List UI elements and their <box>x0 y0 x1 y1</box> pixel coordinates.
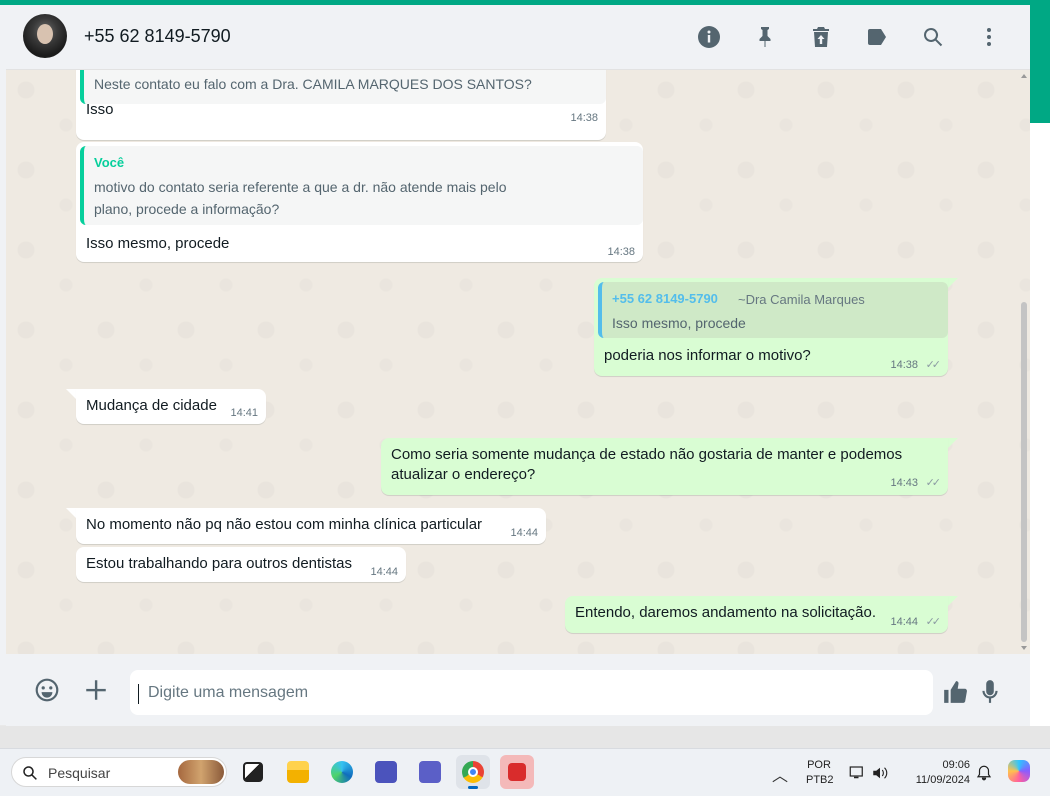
message-time: 14:38 <box>890 359 918 371</box>
language-code: POR <box>807 759 831 771</box>
message-incoming[interactable]: Neste contato eu falo com a Dra. CAMILA … <box>76 70 606 140</box>
thumbs-up-icon[interactable] <box>939 676 971 708</box>
quoted-author-alias: ~Dra Camila Marques <box>738 292 865 307</box>
message-incoming[interactable]: Estou trabalhando para outros dentistas … <box>76 547 406 582</box>
window-right-edge <box>1030 5 1050 748</box>
message-text: poderia nos informar o motivo? <box>604 347 811 364</box>
task-view-icon[interactable] <box>236 755 270 789</box>
pin-icon[interactable] <box>748 21 782 53</box>
teams-icon[interactable] <box>413 755 447 789</box>
message-time: 14:38 <box>607 246 635 258</box>
quoted-text: Neste contato eu falo com a Dra. CAMILA … <box>94 76 532 92</box>
snipping-tool-icon[interactable] <box>500 755 534 789</box>
info-icon[interactable] <box>692 21 726 53</box>
double-check-icon: ✓✓ <box>925 359 942 371</box>
message-time: 14:44 <box>510 527 538 539</box>
microphone-icon[interactable] <box>974 676 1006 708</box>
search-icon[interactable] <box>916 21 950 53</box>
message-text: Isso mesmo, procede <box>86 235 230 252</box>
bubble-tail <box>66 389 76 399</box>
search-highlight-image[interactable] <box>178 760 224 784</box>
contact-avatar[interactable] <box>23 14 67 58</box>
quoted-text-line: motivo do contato seria referente a que … <box>94 179 507 195</box>
quoted-text-line: plano, procede a informação? <box>94 201 280 217</box>
message-input[interactable] <box>130 670 933 715</box>
edge-browser-icon[interactable] <box>325 755 359 789</box>
message-time: 14:38 <box>570 112 598 124</box>
show-hidden-icons-chevron-icon[interactable]: ︿ <box>772 762 788 786</box>
message-time: 14:43 <box>890 477 918 489</box>
menu-dots-icon[interactable] <box>972 21 1006 53</box>
message-incoming[interactable]: Mudança de cidade 14:41 <box>76 389 266 424</box>
chat-scrollbar[interactable] <box>1021 72 1027 652</box>
contact-name[interactable]: +55 62 8149-5790 <box>84 26 231 47</box>
taskbar-search-label: Pesquisar <box>48 765 111 781</box>
quoted-author: Você <box>94 155 125 170</box>
message-text: Entendo, daremos andamento na solicitaçã… <box>575 604 877 621</box>
desktop-gap <box>0 726 1050 748</box>
teams-classic-icon[interactable] <box>369 755 403 789</box>
quoted-message[interactable]: Neste contato eu falo com a Dra. CAMILA … <box>80 70 606 104</box>
message-time: 14:41 <box>230 407 258 419</box>
chat-header: +55 62 8149-5790 <box>6 5 1030 70</box>
message-text: Isso <box>86 101 114 118</box>
language-indicator[interactable]: POR PTB2 <box>806 759 834 786</box>
clock-date: 11/09/2024 <box>915 774 970 786</box>
message-text: Estou trabalhando para outros dentistas <box>86 555 353 572</box>
bubble-tail <box>948 438 958 448</box>
bubble-tail <box>66 508 76 518</box>
volume-icon[interactable] <box>871 764 889 782</box>
keyboard-layout: PTB2 <box>806 774 834 786</box>
double-check-icon: ✓✓ <box>925 477 942 489</box>
message-time: 14:44 <box>890 616 918 628</box>
network-icon[interactable] <box>848 764 866 782</box>
message-text-line: Como seria somente mudança de estado não… <box>391 446 903 463</box>
file-explorer-icon[interactable] <box>281 755 315 789</box>
chrome-icon[interactable] <box>456 755 490 789</box>
message-incoming[interactable]: Você motivo do contato seria referente a… <box>76 142 643 262</box>
message-incoming[interactable]: No momento não pq não estou com minha cl… <box>76 508 546 544</box>
notifications-bell-icon[interactable] <box>975 764 993 782</box>
message-time: 14:44 <box>370 566 398 578</box>
message-outgoing[interactable]: Como seria somente mudança de estado não… <box>381 438 948 495</box>
bubble-tail <box>948 278 958 288</box>
clock[interactable]: 09:06 11/09/2024 <box>904 759 970 786</box>
taskbar-search[interactable]: Pesquisar <box>11 757 227 787</box>
emoji-icon[interactable] <box>31 674 63 706</box>
message-text: No momento não pq não estou com minha cl… <box>86 516 483 533</box>
search-icon <box>23 766 37 780</box>
message-text: Mudança de cidade <box>86 397 217 414</box>
message-text-line: atualizar o endereço? <box>391 466 536 483</box>
bubble-tail <box>948 596 958 606</box>
label-icon[interactable] <box>860 21 894 53</box>
delete-icon[interactable] <box>804 21 838 53</box>
composer-bar <box>6 654 1030 726</box>
copilot-icon[interactable] <box>1005 757 1033 785</box>
clock-time: 09:06 <box>942 759 970 771</box>
text-cursor <box>138 684 139 704</box>
quoted-author: +55 62 8149-5790 <box>612 291 718 306</box>
double-check-icon: ✓✓ <box>925 616 942 628</box>
quoted-text: Isso mesmo, procede <box>612 315 746 331</box>
attach-plus-icon[interactable] <box>80 674 112 706</box>
quoted-message[interactable]: +55 62 8149-5790 ~Dra Camila Marques Iss… <box>598 282 948 338</box>
message-list[interactable]: Neste contato eu falo com a Dra. CAMILA … <box>6 70 1030 654</box>
message-outgoing[interactable]: +55 62 8149-5790 ~Dra Camila Marques Iss… <box>594 278 948 376</box>
quoted-message[interactable]: Você motivo do contato seria referente a… <box>80 146 643 225</box>
windows-taskbar: Pesquisar ︿ POR PTB2 09:06 11/09/2024 <box>0 748 1050 796</box>
message-outgoing[interactable]: Entendo, daremos andamento na solicitaçã… <box>565 596 948 633</box>
